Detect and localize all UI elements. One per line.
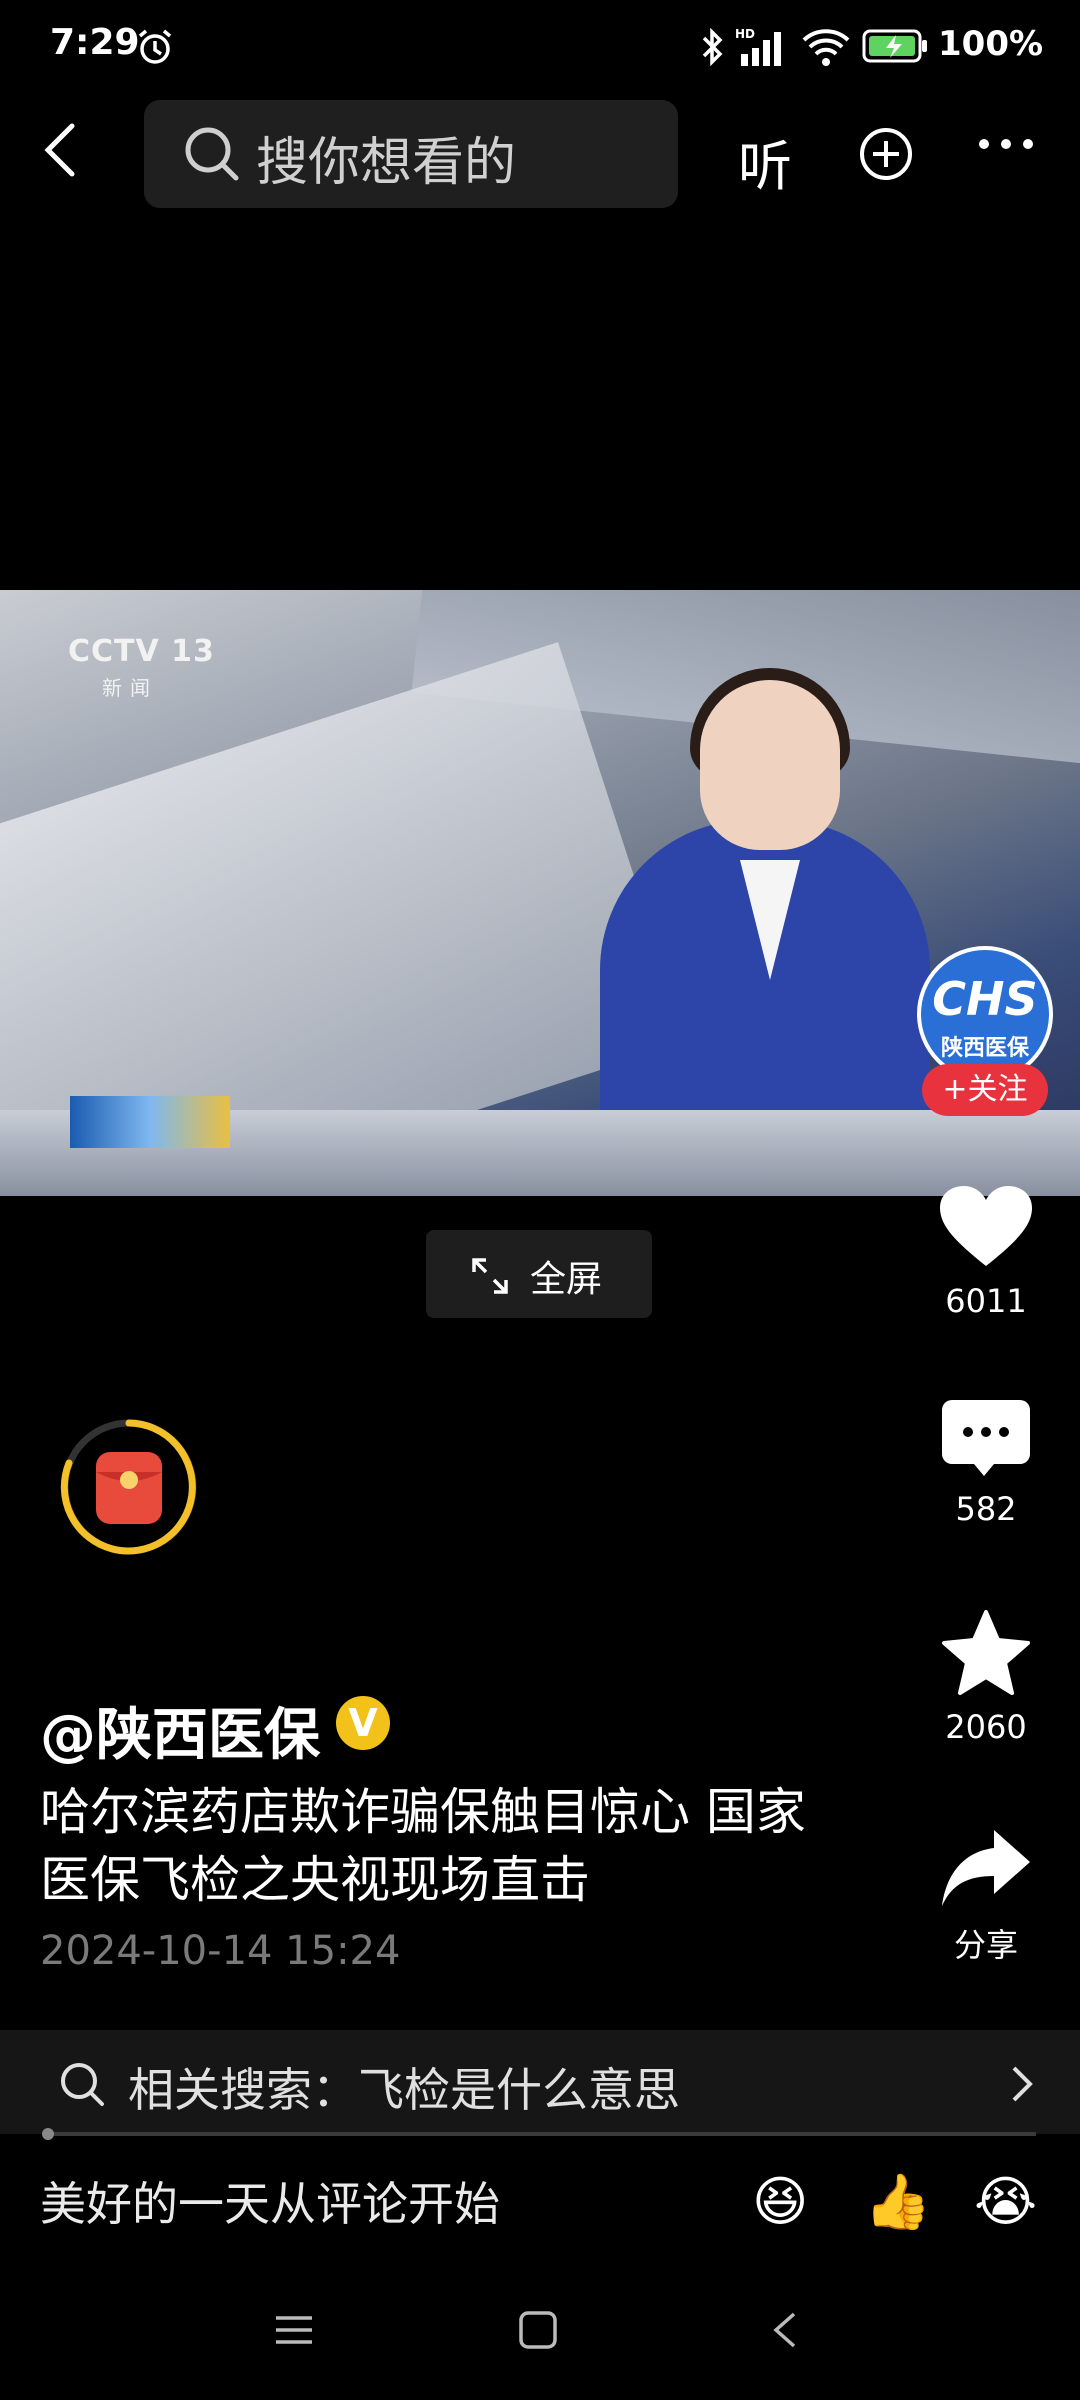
cctv-logo: CCTV 13 [68,634,215,669]
thumbs-up-emoji-button[interactable]: 👍 [864,2172,931,2232]
nav-home-icon[interactable] [518,2310,558,2354]
more-icon[interactable] [976,136,1036,156]
share-arrow-icon [942,1830,1030,1906]
crying-emoji-button[interactable]: 😭 [974,2172,1037,2232]
battery-percentage: 100% [938,24,1044,64]
heart-icon [940,1186,1032,1266]
fullscreen-button[interactable]: 全屏 [426,1230,652,1318]
account-avatar[interactable]: CHS 陕西医保 [917,946,1053,1082]
news-anchor-face [700,680,840,850]
svg-text:HD: HD [735,27,755,41]
back-button[interactable] [40,120,90,190]
red-packet-icon[interactable] [58,1416,200,1562]
laugh-emoji-button[interactable]: 😆 [752,2172,808,2232]
post-title[interactable]: 哈尔滨药店欺诈骗保触目惊心 国家医保飞检之央视现场直击 [40,1778,840,1914]
globe-graphic [70,1096,230,1148]
author-name[interactable]: @陕西医保 [40,1690,320,1771]
avatar-logo: CHS [932,972,1038,1026]
battery-charging-icon [862,28,928,68]
video-player[interactable] [0,590,1080,1196]
like-count: 6011 [945,1282,1027,1320]
comment-icon [942,1400,1030,1476]
comment-count: 582 [955,1490,1017,1528]
post-date: 2024-10-14 15:24 [40,1928,401,1974]
chevron-right-icon [1010,2064,1034,2108]
cctv-logo-sub: 新闻 [102,676,158,700]
listen-button[interactable]: 听 [738,122,792,201]
comment-button[interactable]: 582 [921,1396,1051,1528]
bluetooth-icon [700,26,726,72]
search-input[interactable]: 搜你想看的 [144,100,678,208]
fullscreen-label: 全屏 [530,1259,603,1300]
video-progress-knob[interactable] [42,2128,54,2140]
search-icon [58,2060,106,2112]
related-search-bar[interactable]: 相关搜索：飞检是什么意思 [0,2030,1080,2134]
hd-signal-icon: HD [735,26,791,72]
share-button[interactable]: 分享 [921,1826,1051,1966]
search-icon [182,124,242,188]
share-label: 分享 [953,1926,1018,1964]
comment-input[interactable]: 美好的一天从评论开始 [40,2168,500,2234]
verified-badge-icon: V [336,1696,390,1750]
like-button[interactable]: 6011 [921,1182,1051,1320]
nav-menu-icon[interactable] [274,2310,314,2354]
search-placeholder: 搜你想看的 [256,133,517,193]
star-icon [942,1610,1030,1695]
related-search-text: 相关搜索：飞检是什么意思 [128,2063,680,2117]
follow-button[interactable]: +关注 [922,1064,1048,1116]
wifi-icon [800,26,852,72]
avatar-name: 陕西医保 [940,1036,1029,1061]
alarm-icon [136,28,174,70]
favorite-button[interactable]: 2060 [921,1608,1051,1746]
expand-icon [470,1256,510,1300]
video-progress-bar[interactable] [46,2132,1036,2136]
favorite-count: 2060 [945,1708,1027,1746]
status-time: 7:29 [50,22,140,63]
add-circle-icon[interactable] [858,126,914,186]
nav-back-icon[interactable] [770,2310,800,2354]
